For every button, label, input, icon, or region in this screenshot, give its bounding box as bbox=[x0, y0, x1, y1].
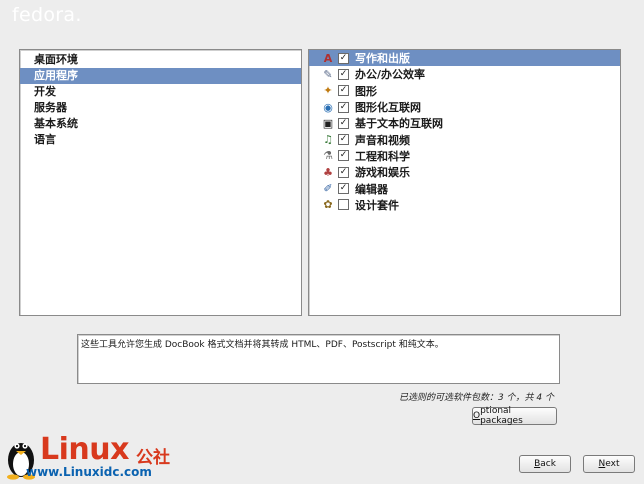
package-group-label: 图形化互联网 bbox=[355, 101, 421, 115]
optional-mnemonic: O bbox=[473, 411, 481, 421]
package-group-label: 游戏和娱乐 bbox=[355, 166, 410, 180]
package-checkbox[interactable]: ✓ bbox=[338, 85, 349, 97]
package-group-item[interactable]: ◉ ✓ 图形化互联网 bbox=[309, 99, 620, 115]
globe-icon: ◉ bbox=[323, 100, 333, 114]
package-group-item[interactable]: ♣ ✓ 游戏和娱乐 bbox=[309, 164, 620, 180]
package-checkbox[interactable]: ✓ bbox=[338, 183, 349, 195]
package-checkbox[interactable]: ✓ bbox=[338, 101, 349, 113]
group-item[interactable]: 基本系统 bbox=[20, 116, 301, 132]
package-group-label: 写作和出版 bbox=[355, 52, 410, 66]
back-label: ack bbox=[540, 459, 556, 469]
optional-label: ptional packages bbox=[480, 406, 523, 426]
package-checkbox[interactable] bbox=[338, 199, 349, 211]
package-group-label: 基于文本的互联网 bbox=[355, 117, 443, 131]
optional-package-count: 已选则的可选软件包数：3 个，共 4 个 bbox=[398, 393, 554, 403]
package-group-list[interactable]: A ✓ 写作和出版 ✎ ✓ 办公/办公效率 ✦ ✓ 图形 ◉ ✓ 图形化互联网 ▣ ✓ 基于文本的互联网 ♫ ✓… bbox=[308, 49, 621, 316]
package-checkbox[interactable]: ✓ bbox=[338, 166, 349, 178]
design-suite-icon: ✿ bbox=[323, 198, 333, 212]
engineering-icon: ⚗ bbox=[323, 149, 333, 163]
package-group-label: 声音和视频 bbox=[355, 133, 410, 147]
package-group-label: 编辑器 bbox=[355, 182, 388, 196]
linuxidc-watermark: Linux 公社 www.Linuxidc.com bbox=[4, 432, 184, 482]
next-mnemonic: N bbox=[598, 459, 606, 469]
terminal-icon: ▣ bbox=[322, 116, 334, 130]
package-checkbox[interactable]: ✓ bbox=[338, 52, 349, 64]
group-item[interactable]: 服务器 bbox=[20, 100, 301, 116]
package-group-item[interactable]: ✎ ✓ 办公/办公效率 bbox=[309, 66, 620, 82]
package-checkbox[interactable]: ✓ bbox=[338, 117, 349, 129]
office-icon: ✎ bbox=[323, 67, 333, 81]
package-group-item[interactable]: A ✓ 写作和出版 bbox=[309, 50, 620, 67]
group-item[interactable]: 开发 bbox=[20, 84, 301, 100]
package-checkbox[interactable]: ✓ bbox=[338, 134, 349, 146]
audio-video-icon: ♫ bbox=[323, 133, 333, 147]
package-group-label: 办公/办公效率 bbox=[355, 68, 426, 82]
group-item[interactable]: 桌面环境 bbox=[20, 52, 301, 68]
package-group-item[interactable]: ♫ ✓ 声音和视频 bbox=[309, 131, 620, 147]
graphics-icon: ✦ bbox=[323, 84, 333, 98]
group-item[interactable]: 语言 bbox=[20, 132, 301, 148]
watermark-url: www.Linuxidc.com bbox=[26, 465, 152, 479]
group-item[interactable]: 应用程序 bbox=[20, 68, 301, 84]
package-group-item[interactable]: ▣ ✓ 基于文本的互联网 bbox=[309, 115, 620, 131]
package-group-label: 图形 bbox=[355, 84, 377, 98]
publishing-icon: A bbox=[323, 51, 333, 65]
package-group-item[interactable]: ✐ ✓ 编辑器 bbox=[309, 180, 620, 196]
package-group-label: 工程和科学 bbox=[355, 149, 410, 163]
group-category-list[interactable]: 桌面环境 应用程序 开发 服务器 基本系统 语言 bbox=[19, 49, 302, 316]
package-group-item[interactable]: ⚗ ✓ 工程和科学 bbox=[309, 148, 620, 164]
back-button[interactable]: Back bbox=[519, 455, 571, 473]
package-checkbox[interactable]: ✓ bbox=[338, 150, 349, 162]
package-checkbox[interactable]: ✓ bbox=[338, 68, 349, 80]
package-group-item[interactable]: ✿ 设计套件 bbox=[309, 197, 620, 213]
package-group-label: 设计套件 bbox=[355, 198, 399, 212]
watermark-brand: Linux bbox=[40, 432, 129, 467]
optional-packages-button[interactable]: Optional packages bbox=[472, 406, 557, 426]
fedora-logo: fedora. bbox=[12, 4, 82, 26]
package-description: 这些工具允许您生成 DocBook 格式文档并将其转成 HTML、PDF、Pos… bbox=[77, 334, 560, 384]
next-label: ext bbox=[605, 459, 620, 469]
package-group-item[interactable]: ✦ ✓ 图形 bbox=[309, 83, 620, 99]
editor-icon: ✐ bbox=[323, 182, 333, 196]
next-button[interactable]: Next bbox=[583, 455, 635, 473]
games-icon: ♣ bbox=[323, 165, 333, 179]
